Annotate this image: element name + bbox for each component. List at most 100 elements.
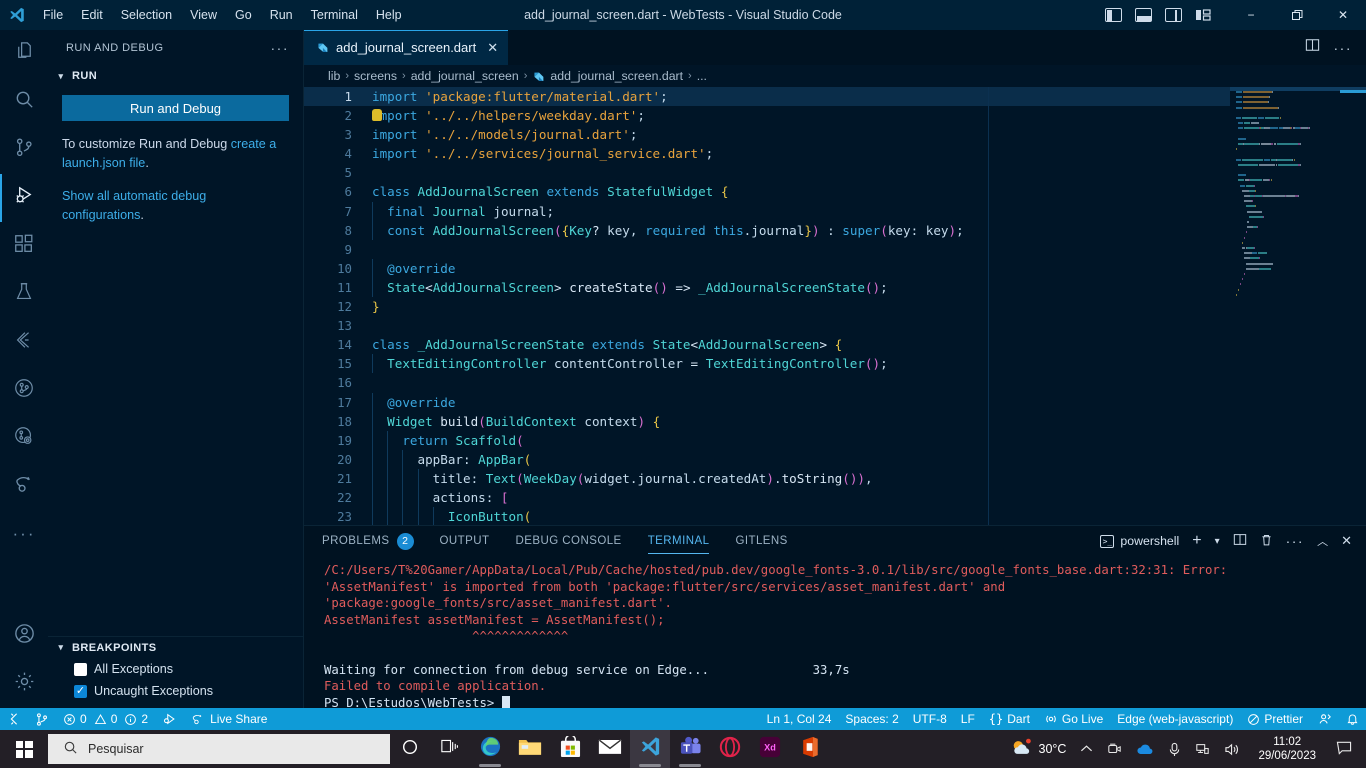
onedrive-icon[interactable] xyxy=(1129,730,1161,768)
uncaught-exceptions-checkbox[interactable] xyxy=(74,684,87,698)
manage-settings-button[interactable] xyxy=(0,660,48,708)
code-line-9[interactable]: 9 xyxy=(304,240,1366,259)
notification-center-button[interactable] xyxy=(1326,740,1362,758)
status-problems[interactable]: 0 0 2 xyxy=(56,708,155,730)
code-line-22[interactable]: 22 actions: [ xyxy=(304,487,1366,508)
sidebar-item-gitlens[interactable] xyxy=(0,366,48,414)
sidebar-item-search[interactable] xyxy=(0,78,48,126)
taskbar-item-cortana[interactable] xyxy=(390,730,430,768)
maximize-button[interactable] xyxy=(1274,0,1320,30)
taskbar-item-microsoft-store[interactable] xyxy=(550,730,590,768)
status-eol[interactable]: LF xyxy=(954,708,982,730)
sidebar-more-actions-icon[interactable]: ··· xyxy=(271,40,290,56)
status-go-live[interactable]: Go Live xyxy=(1037,708,1110,730)
toggle-panel-icon[interactable] xyxy=(1135,8,1152,22)
status-debug-start[interactable] xyxy=(155,708,184,730)
code-line-5[interactable]: 5 xyxy=(304,163,1366,182)
status-live-share[interactable]: Live Share xyxy=(184,708,274,730)
menu-selection[interactable]: Selection xyxy=(112,4,181,26)
close-button[interactable]: ✕ xyxy=(1320,0,1366,30)
volume-icon[interactable] xyxy=(1217,730,1248,768)
all-exceptions-checkbox[interactable] xyxy=(74,662,87,676)
editor-minimap[interactable] xyxy=(1230,87,1366,527)
sidebar-item-run-and-debug[interactable] xyxy=(0,174,48,222)
maximize-panel-icon[interactable]: ︿ xyxy=(1317,533,1328,549)
status-debug-target[interactable]: Edge (web-javascript) xyxy=(1110,708,1240,730)
code-line-20[interactable]: 20 appBar: AppBar( xyxy=(304,449,1366,469)
code-line-7[interactable]: 7 final Journal journal; xyxy=(304,201,1366,221)
code-line-11[interactable]: 11 State<AddJournalScreen> createState()… xyxy=(304,277,1366,298)
status-indentation[interactable]: Spaces: 2 xyxy=(838,708,905,730)
camera-icon[interactable] xyxy=(1100,730,1129,768)
terminal-output[interactable]: /C:/Users/T%20Gamer/AppData/Local/Pub/Ca… xyxy=(304,556,1366,711)
sidebar-item-source-control[interactable] xyxy=(0,126,48,174)
breadcrumb-item-screens[interactable]: screens xyxy=(354,69,397,83)
tab-gitlens[interactable]: GITLENS xyxy=(735,535,787,547)
status-git-branch[interactable] xyxy=(28,708,56,730)
start-button[interactable] xyxy=(0,730,48,768)
more-actions-icon[interactable]: ··· xyxy=(1286,533,1305,549)
split-terminal-icon[interactable] xyxy=(1233,533,1247,549)
taskbar-clock[interactable]: 11:02 29/06/2023 xyxy=(1248,735,1326,763)
status-remote-window[interactable] xyxy=(0,708,28,730)
taskbar-search[interactable]: Pesquisar xyxy=(48,734,390,764)
code-line-19[interactable]: 19 return Scaffold( xyxy=(304,430,1366,450)
sidebar-item-live-share[interactable] xyxy=(0,462,48,510)
taskbar-item-task-view[interactable] xyxy=(430,730,470,768)
tab-terminal[interactable]: TERMINAL xyxy=(647,535,710,554)
sidebar-item-extensions[interactable] xyxy=(0,222,48,270)
code-line-18[interactable]: 18 Widget build(BuildContext context) { xyxy=(304,411,1366,431)
close-panel-icon[interactable]: ✕ xyxy=(1341,533,1352,549)
taskbar-item-mail[interactable] xyxy=(590,730,630,768)
sidebar-item-testing[interactable] xyxy=(0,270,48,318)
tab-output[interactable]: OUTPUT xyxy=(440,535,490,547)
tab-debug-console[interactable]: DEBUG CONSOLE xyxy=(516,535,622,547)
code-line-23[interactable]: 23 IconButton( xyxy=(304,507,1366,527)
status-notifications[interactable] xyxy=(1339,708,1366,730)
breakpoint-row-uncaught-exceptions[interactable]: Uncaught Exceptions xyxy=(48,680,303,702)
code-line-10[interactable]: 10 @override xyxy=(304,258,1366,278)
sidebar-item-explorer[interactable] xyxy=(0,30,48,78)
code-line-15[interactable]: 15 TextEditingController contentControll… xyxy=(304,354,1366,374)
status-gitlens-toggle[interactable] xyxy=(1310,708,1339,730)
status-encoding[interactable]: UTF-8 xyxy=(906,708,954,730)
status-cursor-position[interactable]: Ln 1, Col 24 xyxy=(760,708,839,730)
taskbar-item-adobe-xd[interactable]: Xd xyxy=(750,730,790,768)
code-line-2[interactable]: 2 import '../../helpers/weekday.dart'; xyxy=(304,106,1366,125)
breakpoints-section-header[interactable]: ▾ BREAKPOINTS xyxy=(48,636,303,658)
taskbar-item-opera[interactable] xyxy=(710,730,750,768)
terminal-shell-selector[interactable]: >_ powershell xyxy=(1100,534,1179,548)
taskbar-item-file-explorer[interactable] xyxy=(510,730,550,768)
menu-edit[interactable]: Edit xyxy=(72,4,112,26)
network-icon[interactable] xyxy=(1188,730,1217,768)
menu-run[interactable]: Run xyxy=(261,4,302,26)
tab-close-icon[interactable]: ✕ xyxy=(487,40,498,56)
menu-terminal[interactable]: Terminal xyxy=(302,4,367,26)
code-line-6[interactable]: 6 class AddJournalScreen extends Stateful… xyxy=(304,182,1366,201)
code-line-16[interactable]: 16 xyxy=(304,373,1366,392)
taskbar-item-microsoft-office[interactable] xyxy=(790,730,830,768)
code-editor[interactable]: 1 import 'package:flutter/material.dart';… xyxy=(304,87,1366,527)
breadcrumb-item-more[interactable]: ... xyxy=(697,69,707,83)
toggle-primary-sidebar-icon[interactable] xyxy=(1105,8,1122,22)
tab-add-journal-screen-dart[interactable]: add_journal_screen.dart ✕ xyxy=(304,30,509,65)
code-line-1[interactable]: 1 import 'package:flutter/material.dart'; xyxy=(304,87,1366,107)
customize-layout-icon[interactable] xyxy=(1195,8,1212,22)
sidebar-item-flutter[interactable] xyxy=(0,318,48,366)
sidebar-item-gitlens-inspect[interactable] xyxy=(0,414,48,462)
menu-go[interactable]: Go xyxy=(226,4,261,26)
status-language-mode[interactable]: {} Dart xyxy=(982,708,1037,730)
breadcrumb-item-add-journal-screen[interactable]: add_journal_screen xyxy=(411,69,519,83)
split-editor-icon[interactable] xyxy=(1305,38,1320,57)
tab-problems[interactable]: PROBLEMS 2 xyxy=(322,532,414,550)
minimize-button[interactable]: − xyxy=(1228,0,1274,30)
menu-file[interactable]: File xyxy=(34,4,72,26)
kill-terminal-icon[interactable] xyxy=(1260,533,1273,550)
menu-view[interactable]: View xyxy=(181,4,226,26)
code-line-4[interactable]: 4 import '../../services/journal_service.… xyxy=(304,144,1366,163)
status-prettier[interactable]: Prettier xyxy=(1240,708,1310,730)
code-line-12[interactable]: 12} xyxy=(304,297,1366,316)
taskbar-item-microsoft-edge[interactable] xyxy=(470,730,510,768)
taskbar-item-microsoft-teams[interactable] xyxy=(670,730,710,768)
code-line-8[interactable]: 8 const AddJournalScreen({Key? key, requ… xyxy=(304,220,1366,240)
